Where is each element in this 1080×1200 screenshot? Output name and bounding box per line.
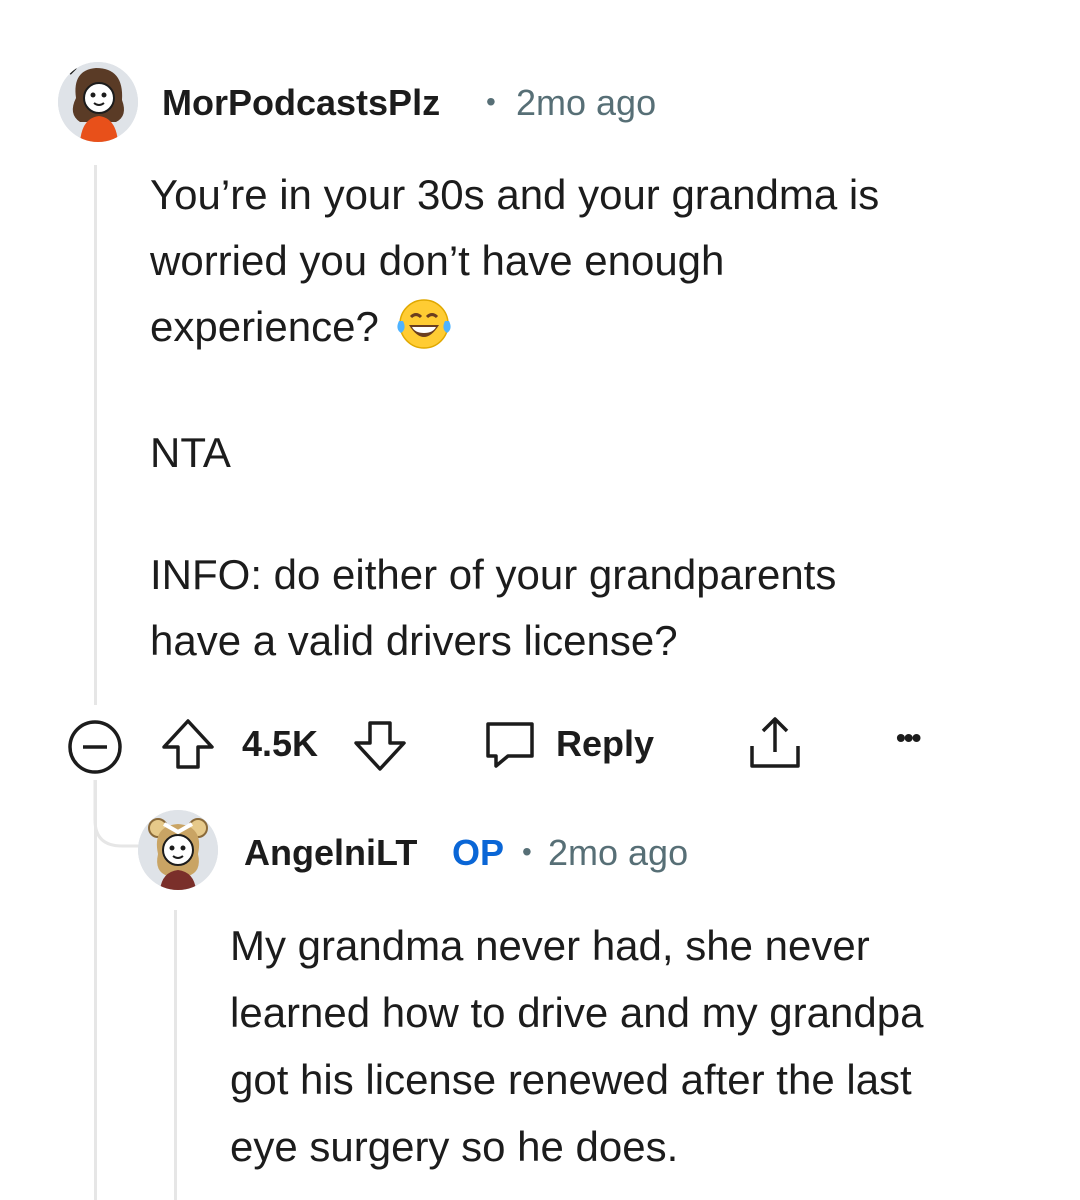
reply-avatar-icon — [138, 810, 218, 890]
reply-user-avatar[interactable] — [138, 810, 218, 890]
comment-body: You’re in your 30s and your grandma is w… — [150, 162, 1030, 360]
reply-meta-separator: • — [522, 836, 532, 867]
reply-button[interactable]: Reply — [482, 716, 654, 772]
comment-verdict: NTA — [150, 429, 231, 476]
user-avatar[interactable] — [58, 62, 138, 142]
reply-age: 2mo ago — [548, 832, 689, 873]
avatar-icon — [58, 62, 138, 142]
thread-line-main[interactable] — [94, 165, 97, 705]
comment-info: INFO: do either of your grandparents hav… — [150, 542, 1030, 674]
comment-line: You’re in your 30s and your grandma is — [150, 171, 880, 218]
op-badge: OP — [452, 832, 505, 873]
comment-line: worried you don’t have enough — [150, 237, 725, 284]
thread-line-reply[interactable] — [174, 910, 177, 1200]
downvote-arrow-icon[interactable] — [352, 718, 408, 774]
reply-line: My grandma never had, she never — [230, 922, 870, 969]
share-icon[interactable] — [746, 714, 804, 772]
reply-bubble-icon — [486, 722, 534, 768]
reply-label: Reply — [556, 723, 655, 764]
reply-line: got his license renewed after the last — [230, 1056, 912, 1103]
more-options-button[interactable]: ••• — [896, 722, 921, 754]
collapse-minus-icon[interactable] — [66, 718, 124, 776]
more-options-icon: ••• — [896, 722, 921, 753]
comment-line-text: experience? — [150, 303, 379, 350]
meta-separator: • — [486, 86, 496, 117]
upvote-arrow-icon[interactable] — [160, 716, 216, 772]
reply-line: learned how to drive and my grandpa — [230, 989, 924, 1036]
comment-age: 2mo ago — [516, 82, 657, 123]
comment-line: experience? 😂 — [150, 294, 1030, 360]
comment-line: have a valid drivers license? — [150, 617, 678, 664]
reply-line: eye surgery so he does. — [230, 1123, 679, 1170]
vote-score: 4.5K — [242, 723, 319, 764]
comment-line: INFO: do either of your grandparents — [150, 551, 837, 598]
tears-of-joy-emoji — [396, 299, 451, 349]
reply-body: My grandma never had, she never learned … — [230, 912, 1050, 1180]
reply-username[interactable]: AngelniLT — [244, 832, 417, 874]
comment-username[interactable]: MorPodcastsPlz — [162, 82, 440, 124]
